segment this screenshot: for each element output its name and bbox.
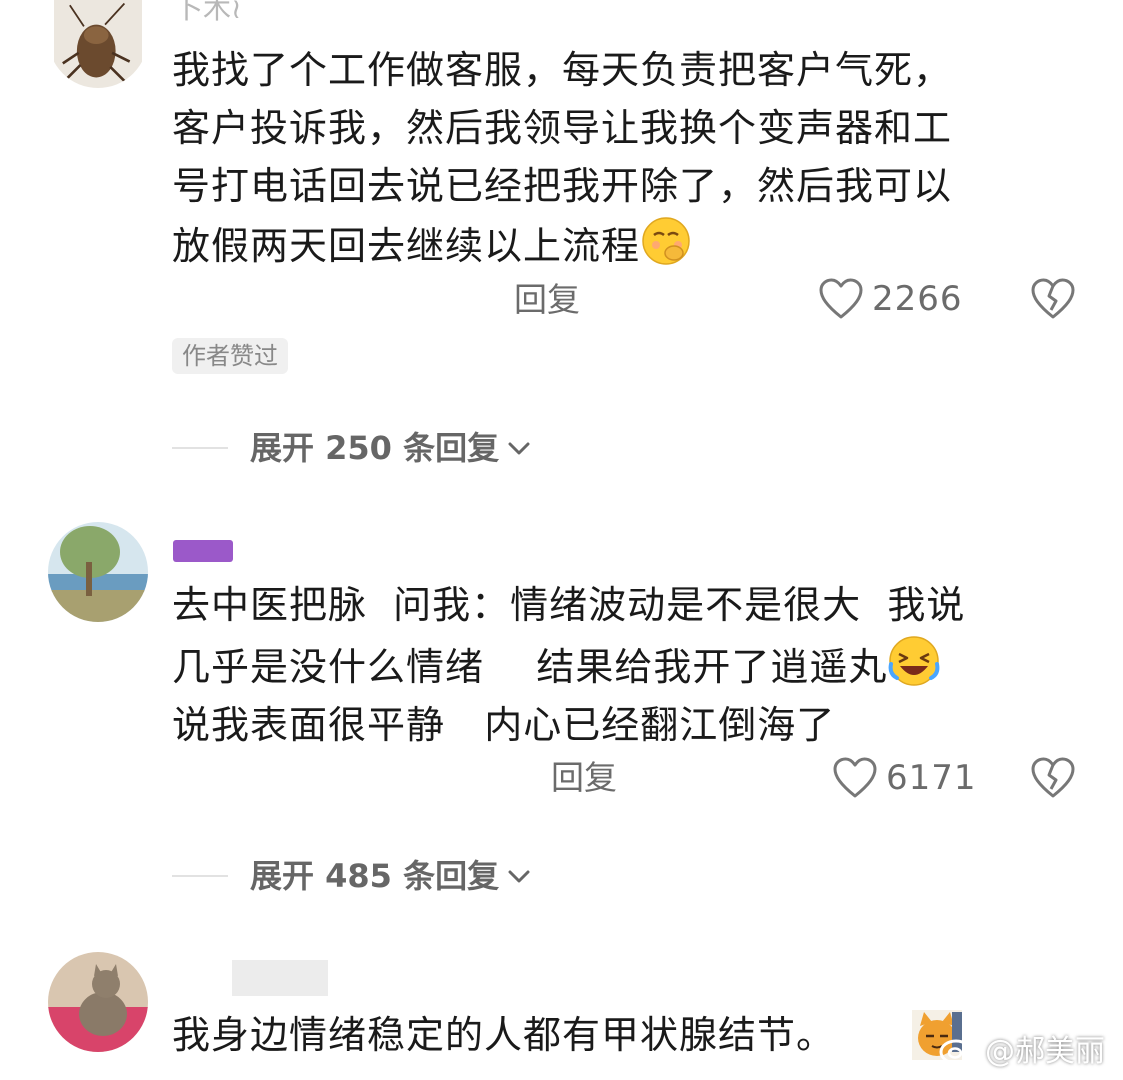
avatar[interactable] (48, 0, 148, 88)
comment-line: 客户投诉我，然后我领导让我换个变声器和工 (172, 106, 953, 150)
expand-replies-button[interactable]: 展开 485 条回复 (172, 856, 533, 896)
like-count: 2266 (872, 279, 963, 319)
chevron-down-icon (508, 442, 530, 455)
rolling-laughing-emoji (888, 636, 940, 686)
comment-text: 我找了个工作做客服，每天负责把客户气死， 客户投诉我，然后我领导让我换个变声器和… (172, 41, 952, 275)
like-button[interactable]: 6171 (832, 756, 977, 800)
comment-line: 我身边情绪稳定的人都有甲状腺结节。 (172, 1006, 835, 1064)
comment-line-text: 放假两天回去继续以上流程 (172, 224, 641, 268)
comment-line: 我找了个工作做客服，每天负责把客户气死， (172, 48, 953, 92)
comment-line: 几乎是没什么情绪 结果给我开了逍遥丸 (172, 634, 965, 696)
cat-avatar-image (48, 952, 148, 1052)
expand-replies-label: 展开 250 条回复 (250, 429, 500, 467)
username-redacted (232, 960, 328, 996)
comment-text: 去中医把脉 问我：情绪波动是不是很大 我说 几乎是没什么情绪 结果给我开了逍遥丸… (172, 576, 965, 754)
like-count: 6171 (886, 758, 977, 798)
comment-line: 说我表面很平静 内心已经翻江倒海了 (172, 703, 836, 747)
watermark: @郝美丽 (939, 1026, 1105, 1070)
comment-line: 号打电话回去说已经把我开除了，然后我可以 (172, 164, 953, 208)
comment-line-text: 我身边情绪稳定的人都有甲状腺结节。 (172, 1013, 836, 1057)
heart-outline-icon (819, 278, 863, 319)
broken-heart-icon[interactable] (1030, 756, 1076, 800)
reply-button[interactable]: 回复 (514, 280, 580, 320)
shushing-face-emoji (642, 217, 690, 265)
avatar[interactable] (48, 522, 148, 622)
comment-text: 我身边情绪稳定的人都有甲状腺结节。 (172, 1006, 835, 1064)
comment-line-text: 几乎是没什么情绪 结果给我开了逍遥丸 (172, 645, 888, 689)
expand-replies-button[interactable]: 展开 250 条回复 (172, 428, 533, 468)
expand-replies-label: 展开 485 条回复 (250, 857, 500, 895)
heart-outline-icon (833, 757, 877, 798)
like-button[interactable]: 2266 (818, 277, 963, 321)
weibo-logo-icon (939, 1033, 978, 1065)
divider-dash (172, 875, 228, 877)
avatar[interactable] (48, 952, 148, 1052)
divider-dash (172, 447, 228, 449)
comment-line: 放假两天回去继续以上流程 (172, 215, 952, 275)
landscape-avatar-image (48, 522, 148, 622)
chevron-down-icon (508, 870, 530, 883)
watermark-text: @郝美丽 (985, 1034, 1105, 1069)
reply-button[interactable]: 回复 (551, 758, 617, 798)
username-redacted (173, 540, 233, 562)
username[interactable]: 卜木≀ (175, 0, 242, 24)
author-liked-badge: 作者赞过 (172, 338, 288, 374)
cockroach-avatar-image (54, 0, 142, 88)
broken-heart-icon[interactable] (1030, 277, 1076, 321)
comment-line: 去中医把脉 问我：情绪波动是不是很大 我说 (172, 583, 966, 627)
